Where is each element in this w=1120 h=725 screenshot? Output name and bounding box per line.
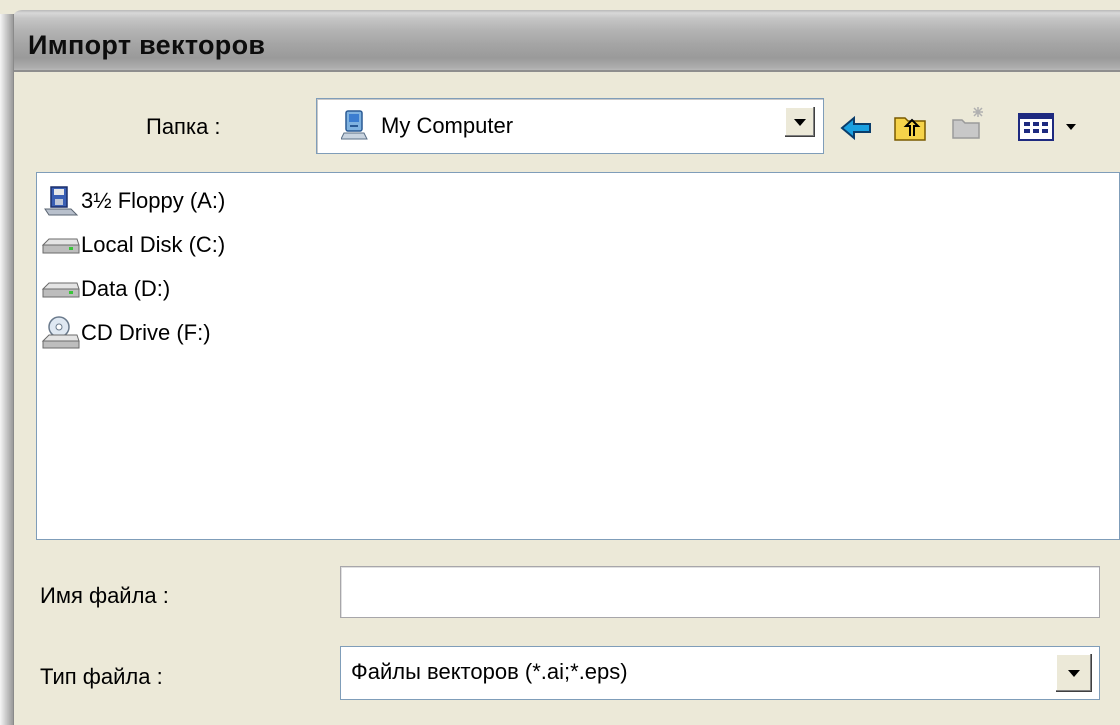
list-item-local-disk[interactable]: Local Disk (C:) <box>41 225 225 265</box>
list-item-label: 3½ Floppy (A:) <box>81 188 226 213</box>
look-in-label: Папка : <box>146 114 221 139</box>
file-type-dropdown[interactable]: Файлы векторов (*.ai;*.eps) <box>340 646 1100 700</box>
back-arrow-icon[interactable] <box>838 110 874 146</box>
look-in-dropdown[interactable]: My Computer <box>316 98 824 154</box>
window-frame-left <box>0 14 14 725</box>
import-vectors-dialog: Импорт векторов Папка : My Computer 3½ F… <box>0 0 1120 725</box>
hard-disk-icon <box>41 282 80 298</box>
list-item-floppy[interactable]: 3½ Floppy (A:) <box>41 181 225 221</box>
file-type-label: Тип файла : <box>40 664 163 689</box>
dialog-title: Импорт векторов <box>28 30 266 60</box>
list-item-label: CD Drive (F:) <box>81 320 211 345</box>
file-list-view[interactable]: 3½ Floppy (A:) Local Disk (C:) Data (D:) <box>36 172 1120 540</box>
cd-drive-icon <box>41 316 80 349</box>
list-item-cd-drive[interactable]: CD Drive (F:) <box>41 313 211 353</box>
hard-disk-icon <box>41 238 80 254</box>
file-type-value: Файлы векторов (*.ai;*.eps) <box>351 659 628 684</box>
chevron-down-icon <box>794 118 806 126</box>
up-folder-icon[interactable] <box>892 108 928 144</box>
look-in-dropdown-arrow[interactable] <box>784 107 815 137</box>
file-type-dropdown-arrow[interactable] <box>1055 654 1092 692</box>
list-item-label: Local Disk (C:) <box>81 232 226 257</box>
floppy-drive-icon <box>44 186 79 216</box>
file-name-label: Имя файла : <box>40 583 169 608</box>
view-menu-icon[interactable] <box>1016 108 1086 144</box>
title-bar-border <box>14 70 1120 72</box>
list-item-label: Data (D:) <box>81 276 171 301</box>
look-in-value: My Computer <box>381 113 514 138</box>
my-computer-icon <box>341 110 368 140</box>
list-item-data-disk[interactable]: Data (D:) <box>41 269 170 309</box>
file-name-input[interactable] <box>340 566 1100 618</box>
chevron-down-icon <box>1068 669 1080 677</box>
new-folder-icon[interactable] <box>950 104 986 140</box>
